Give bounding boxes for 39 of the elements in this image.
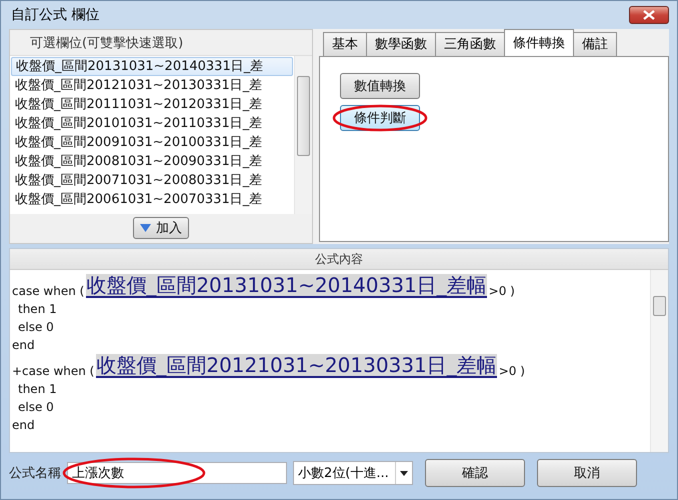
panel-title: 可選欄位(可雙擊快速選取): [29, 34, 184, 53]
scrollbar[interactable]: [650, 270, 668, 452]
panel-title: 公式內容: [10, 249, 668, 270]
code-text: else 0: [18, 400, 54, 414]
code-text: +case when (: [12, 364, 94, 378]
down-arrow-icon: [140, 224, 151, 232]
tab[interactable]: 基本: [323, 32, 367, 56]
field-list-item[interactable]: 收盤價_區間20091031~20100331日_差: [11, 132, 293, 152]
code-text: else 0: [18, 320, 54, 334]
close-icon: [642, 10, 656, 20]
name-input-field[interactable]: 上漲次數: [67, 462, 287, 484]
code-text: case when (: [12, 284, 84, 298]
function-button[interactable]: 數值轉換: [340, 72, 420, 99]
tab[interactable]: 數學函數: [366, 32, 436, 56]
tab[interactable]: 備註: [573, 32, 617, 56]
field-list-item[interactable]: 收盤價_區間20081031~20090331日_差: [11, 152, 293, 171]
window-title: 自訂公式 欄位: [10, 6, 100, 24]
code-text: >0 ): [488, 284, 515, 298]
scrollbar[interactable]: [294, 56, 312, 214]
field-list-item[interactable]: 收盤價_區間20111031~20120331日_差: [11, 94, 293, 114]
field-list-item[interactable]: 收盤價_區間20071031~20080331日_差: [11, 170, 293, 190]
code-text: end: [12, 338, 35, 352]
code-text: then 1: [18, 382, 57, 396]
field-list-item[interactable]: 收盤價_區間20121031~20130331日_差: [11, 76, 293, 95]
name-label: 公式名稱: [9, 465, 61, 482]
code-text: end: [12, 418, 35, 432]
close-button[interactable]: [629, 6, 669, 24]
field-list-item[interactable]: 收盤價_區間20101031~20110331日_差: [11, 114, 293, 133]
format-dropdown[interactable]: 小數2位(十進...: [293, 461, 413, 486]
field-list-item[interactable]: 收盤價_區間20131031~20140331日_差: [11, 56, 293, 76]
cancel-button[interactable]: 取消: [537, 459, 637, 488]
confirm-button[interactable]: 確認: [425, 459, 525, 488]
code-text: >0 ): [498, 364, 525, 378]
add-button[interactable]: 加入: [133, 217, 189, 240]
tab[interactable]: 條件轉換: [504, 28, 574, 56]
code-text: then 1: [18, 302, 57, 316]
caret-icon: [400, 470, 408, 476]
field-list-item[interactable]: 收盤價_區間20061031~20070331日_差: [11, 190, 293, 209]
tab[interactable]: 三角函數: [435, 32, 505, 56]
